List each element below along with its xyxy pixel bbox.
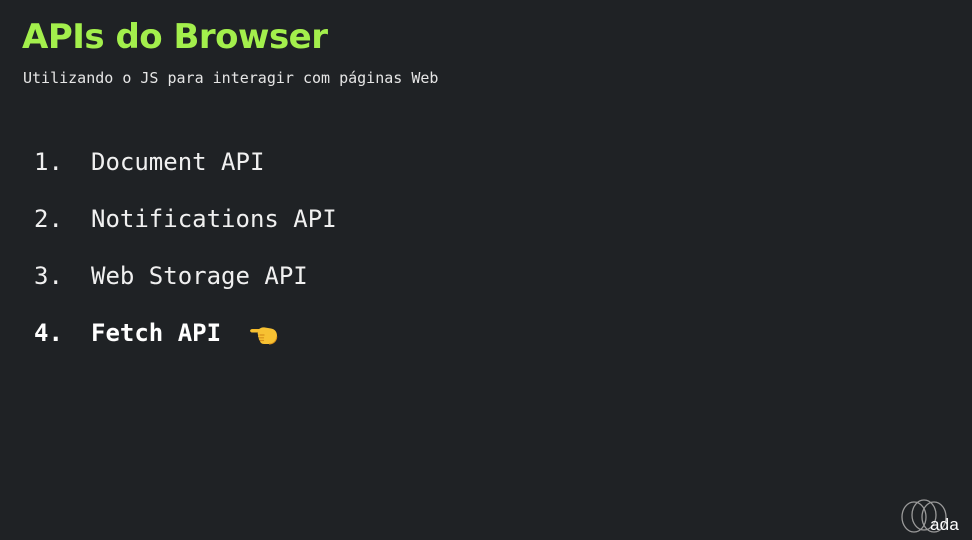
topic-list: 1. Document API 2. Notifications API 3. … xyxy=(34,133,337,361)
slide: APIs do Browser Utilizando o JS para int… xyxy=(0,0,972,540)
list-item: 3. Web Storage API xyxy=(34,247,337,304)
list-item-label: Web Storage API xyxy=(91,261,308,290)
list-item-number: 2. xyxy=(34,204,63,233)
logo-text: ada xyxy=(930,515,959,534)
list-item-active: 4. Fetch API xyxy=(34,304,337,361)
list-item-number: 3. xyxy=(34,261,63,290)
slide-title: APIs do Browser xyxy=(22,17,328,57)
list-item-number: 1. xyxy=(34,147,63,176)
list-item-label: Document API xyxy=(91,147,265,176)
slide-subtitle: Utilizando o JS para interagir com págin… xyxy=(23,69,439,87)
backhand-index-pointing-left-icon xyxy=(249,322,279,346)
list-item: 2. Notifications API xyxy=(34,190,337,247)
list-item-label: Notifications API xyxy=(91,204,337,233)
list-item-number: 4. xyxy=(34,318,63,347)
list-item-label: Fetch API xyxy=(91,318,222,347)
list-item: 1. Document API xyxy=(34,133,337,190)
